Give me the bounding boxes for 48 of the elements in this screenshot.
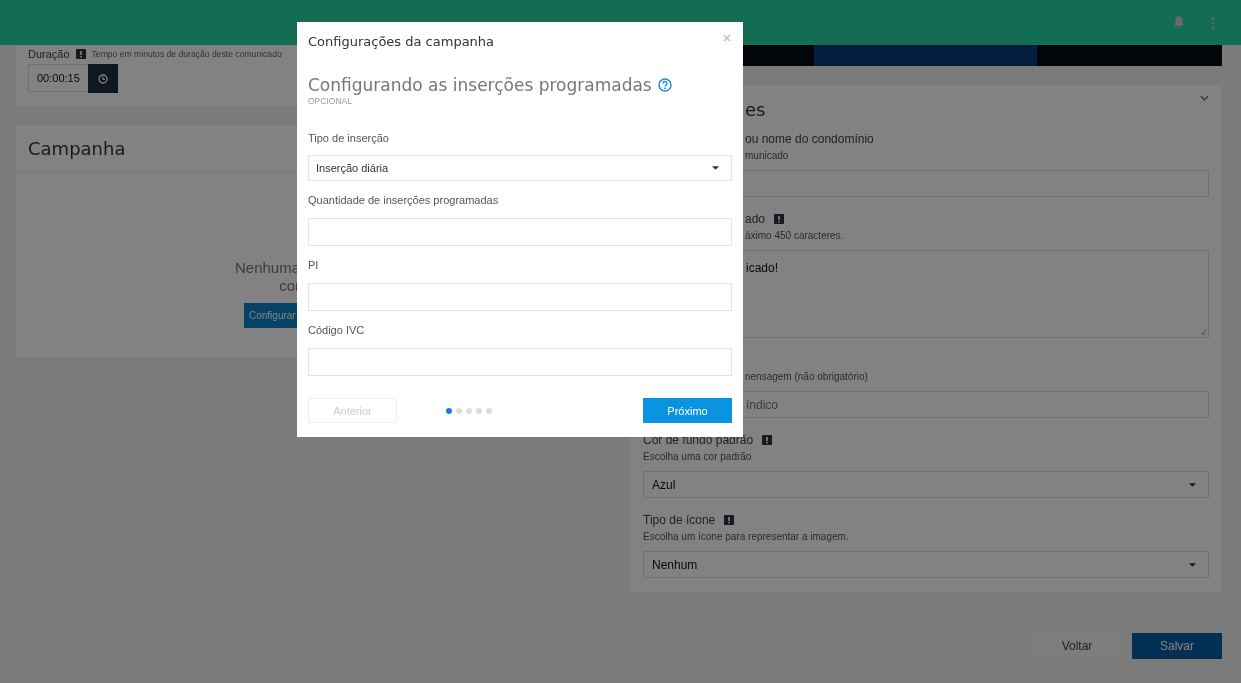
field-label: ado — [745, 212, 766, 226]
caret-icon — [1189, 562, 1196, 567]
step-dot[interactable] — [476, 407, 482, 414]
step-dot[interactable] — [456, 407, 462, 414]
select-field[interactable]: Nenhum — [643, 551, 1209, 578]
close-icon[interactable] — [723, 33, 731, 42]
step-dot[interactable] — [446, 407, 452, 414]
help-icon[interactable] — [657, 78, 672, 92]
select-field[interactable]: Inserção diária — [308, 155, 732, 181]
select-field[interactable]: Azul — [643, 471, 1209, 498]
info-icon — [724, 515, 735, 525]
field-hint: Escolha um ícone para representar a imagem. — [643, 531, 849, 542]
input-field[interactable] — [308, 283, 732, 311]
info-icon — [774, 214, 785, 224]
optional-tag: OPCIONAL — [308, 96, 352, 106]
card-title: es — [744, 99, 766, 121]
input-field[interactable] — [308, 348, 732, 376]
chevron-down-icon[interactable] — [1200, 95, 1209, 101]
step-dot[interactable] — [486, 407, 492, 414]
step-heading: Configurando as inserções programadas — [308, 75, 652, 95]
field-hint: Tempo em minutos de duração deste comunicado — [91, 48, 282, 59]
time-field[interactable]: 00:00:15 — [28, 64, 88, 92]
save-button[interactable]: Salvar — [1132, 633, 1222, 659]
field-label: ou nome do condomínio — [745, 132, 874, 146]
field-label: Código IVC — [308, 324, 365, 336]
step-dot[interactable] — [466, 407, 472, 414]
info-icon — [75, 48, 86, 59]
next-button[interactable]: Próximo — [643, 398, 732, 423]
field-label: Quantidade de inserções programadas — [308, 194, 499, 206]
field-label: Tipo de inserção — [308, 132, 389, 144]
field-label: PI — [308, 259, 319, 271]
card-title: Campanha — [28, 138, 126, 159]
more-menu-icon[interactable] — [1211, 16, 1215, 29]
configure-button[interactable]: Configurar — [244, 303, 300, 328]
field-hint: Escolha uma cor padrão — [643, 451, 752, 462]
caret-icon — [1189, 482, 1196, 487]
clock-icon — [98, 73, 108, 84]
field-label: Tipo de ícone — [643, 513, 716, 527]
field-label: Duração — [28, 47, 70, 60]
notification-icon[interactable] — [1173, 16, 1185, 29]
info-icon — [762, 435, 773, 445]
field-hint: municado — [745, 150, 789, 161]
field-hint: nensagem (não obrigatório) — [745, 371, 868, 382]
resize-handle-icon[interactable] — [1200, 329, 1206, 335]
dialog-title: Configurações da campanha — [308, 33, 495, 49]
field-hint: áximo 450 caracteres. — [745, 230, 844, 241]
clock-button[interactable] — [88, 64, 118, 93]
input-field[interactable] — [308, 218, 732, 246]
